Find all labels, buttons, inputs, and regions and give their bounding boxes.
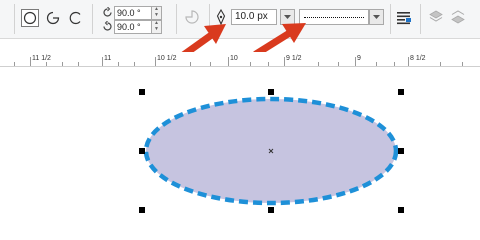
ruler-tick — [46, 62, 47, 66]
ruler-tick — [210, 62, 211, 66]
selection-handle-bottom[interactable] — [268, 207, 274, 213]
to-back-button[interactable] — [450, 9, 466, 25]
end-angle-icon — [100, 20, 114, 33]
start-angle-stepper[interactable]: ▲ ▼ — [152, 5, 162, 20]
ruler-label: 10 — [230, 55, 238, 62]
selection-handle-bottom-right[interactable] — [398, 207, 404, 213]
selection-handle-right[interactable] — [398, 148, 404, 154]
selection-handle-bottom-left[interactable] — [139, 207, 145, 213]
toolbar-separator — [390, 4, 391, 34]
to-back-icon — [451, 10, 465, 24]
ruler-label: 10 1/2 — [157, 55, 177, 62]
ruler-tick — [268, 62, 269, 66]
ruler-tick — [318, 62, 319, 66]
ruler-tick — [155, 57, 156, 66]
ruler-label: 11 — [104, 55, 112, 62]
ruler-tick — [78, 62, 79, 66]
ruler-tick — [284, 57, 285, 66]
ruler-tick — [14, 62, 15, 66]
selection-handle-top-left[interactable] — [139, 89, 145, 95]
selection-handle-left[interactable] — [139, 148, 145, 154]
toolbar-separator — [420, 4, 421, 34]
end-angle-stepper[interactable]: ▲ ▼ — [152, 19, 162, 34]
pie-icon — [46, 11, 60, 25]
full-ellipse-button[interactable] — [21, 9, 39, 27]
ruler-tick — [462, 62, 463, 66]
toolbar-separator — [14, 4, 15, 34]
ruler-tick — [102, 57, 103, 66]
ruler-tick — [250, 62, 251, 66]
ruler-tick — [408, 57, 409, 66]
ruler-tick — [30, 57, 31, 66]
ruler-label: 8 1/2 — [410, 55, 426, 62]
start-angle-icon — [100, 6, 114, 19]
property-bar: 90.0 ° ▲ ▼ 90.0 ° ▲ ▼ 10.0 px — [0, 0, 480, 39]
ruler-tick — [355, 57, 356, 66]
end-angle-control: 90.0 ° ▲ ▼ — [100, 19, 162, 34]
ruler-tick — [228, 57, 229, 66]
drawing-canvas[interactable] — [0, 67, 480, 227]
ruler-tick — [134, 62, 135, 66]
arc-icon — [69, 11, 81, 25]
text-wrap-button[interactable] — [395, 9, 413, 27]
ruler-tick — [376, 62, 377, 66]
ruler-tick — [394, 62, 395, 66]
chevron-down-icon — [373, 15, 380, 19]
ruler-label: 11 1/2 — [32, 55, 51, 62]
ruler-tick — [440, 62, 441, 66]
ruler-label: 9 — [357, 55, 361, 62]
selection-handle-top[interactable] — [268, 89, 274, 95]
to-front-button[interactable] — [428, 9, 444, 25]
text-wrap-icon — [397, 12, 411, 25]
arc-button[interactable] — [66, 9, 84, 27]
ruler-tick — [338, 62, 339, 66]
pie-button[interactable] — [44, 9, 62, 27]
ruler-tick — [118, 62, 119, 66]
horizontal-ruler: 11 1/2 11 10 1/2 10 9 1/2 9 8 1/2 — [0, 52, 480, 67]
ruler-tick — [62, 62, 63, 66]
selection-handle-top-right[interactable] — [398, 89, 404, 95]
ruler-tick — [190, 62, 191, 66]
start-angle-input[interactable]: 90.0 ° — [114, 5, 152, 20]
to-front-icon — [429, 10, 443, 22]
end-angle-input[interactable]: 90.0 ° — [114, 19, 152, 34]
line-style-dropdown[interactable] — [369, 9, 384, 25]
toolbar-separator — [92, 4, 93, 34]
ruler-label: 9 1/2 — [286, 55, 302, 62]
start-angle-control: 90.0 ° ▲ ▼ — [100, 5, 162, 20]
full-ellipse-icon — [23, 11, 37, 25]
